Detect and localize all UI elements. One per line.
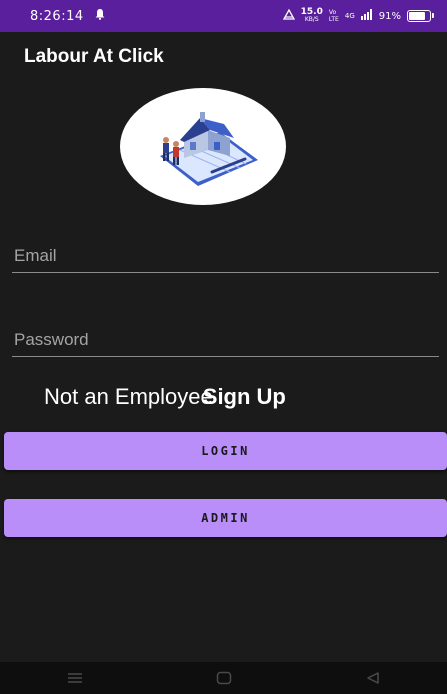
email-input[interactable]	[12, 246, 439, 272]
status-time: 8:26:14	[30, 8, 84, 24]
password-input[interactable]	[12, 330, 439, 356]
net-speed-unit: KB/S	[304, 16, 319, 23]
login-button[interactable]: LOGIN	[4, 432, 447, 470]
password-field	[12, 330, 439, 357]
logo-image	[120, 88, 286, 205]
network-speed: 15.0 KB/S	[301, 8, 323, 24]
bell-icon	[94, 8, 106, 24]
admin-button[interactable]: ADMIN	[4, 499, 447, 537]
status-left: 8:26:14	[30, 8, 106, 24]
net-speed-value: 15.0	[300, 7, 323, 17]
signup-row: Not an EmployeeSign Up	[44, 384, 286, 410]
home-icon[interactable]	[204, 666, 244, 690]
email-field	[12, 246, 439, 273]
app-title: Labour At Click	[24, 46, 164, 67]
back-icon[interactable]	[353, 666, 393, 690]
signup-link[interactable]: Sign Up	[203, 384, 286, 409]
signal-icon	[360, 9, 373, 23]
menu-icon[interactable]	[55, 666, 95, 690]
signup-prompt: Not an Employee	[44, 384, 213, 409]
house-blueprint-illustration	[160, 112, 258, 186]
battery-icon	[407, 10, 434, 22]
system-nav-bar	[0, 662, 447, 694]
signal-label: 4G	[344, 12, 355, 20]
hotspot-icon	[282, 8, 295, 23]
status-right: 15.0 KB/S Vo LTE 4G 91%	[282, 8, 434, 24]
battery-percent: 91%	[378, 10, 401, 22]
volte-label: Vo LTE	[328, 9, 339, 23]
status-bar: 8:26:14 15.0 KB/S Vo LTE 4G 91%	[0, 0, 447, 32]
